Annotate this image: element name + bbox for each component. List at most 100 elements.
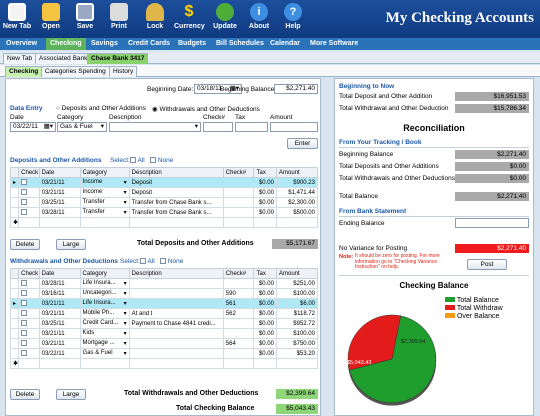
withdrawals-delete-button[interactable]: Delete (10, 389, 40, 400)
row-checkbox[interactable] (18, 197, 40, 208)
cell-check-number[interactable] (222, 318, 255, 329)
update-button[interactable]: Update (210, 3, 240, 37)
cell-description[interactable] (128, 278, 224, 289)
empty-cell[interactable] (275, 358, 319, 369)
entry-check-number-input[interactable] (203, 122, 233, 132)
cell-tax[interactable]: $0.00 (253, 348, 277, 359)
entry-category-select[interactable]: Gas & Fuel ▾ (57, 122, 107, 132)
cell-category[interactable]: Kids ▾ (79, 328, 130, 339)
cell-category[interactable]: Uncategori... ▾ (79, 288, 130, 299)
cell-tax[interactable]: $0.00 (253, 328, 277, 339)
cell-description[interactable] (128, 288, 224, 299)
help-button[interactable]: ? Help (278, 3, 308, 37)
row-checkbox[interactable] (18, 328, 40, 339)
cell-date[interactable]: 03/28/11 (38, 278, 81, 289)
empty-cell[interactable] (253, 217, 277, 228)
cell-tax[interactable]: $0.00 (253, 197, 277, 208)
cell-date[interactable]: 03/21/11 (38, 338, 81, 349)
table-row[interactable]: 03/22/11 Gas & Fuel ▾ $0.00 $53.20 (9, 348, 319, 359)
cell-check-number[interactable] (222, 328, 255, 339)
table-row[interactable]: ▸ 03/21/11 Income ▾ Deposit $0.00 $900.23 (9, 177, 319, 188)
cell-category[interactable]: Income ▾ (79, 177, 130, 188)
deposits-select-all[interactable]: All (130, 157, 145, 164)
cell-check-number[interactable]: 564 (222, 338, 255, 349)
column-header[interactable]: Amount (275, 268, 319, 279)
table-row[interactable]: 03/28/11 Life Insura... ▾ $0.00 $251.00 (9, 278, 319, 289)
cell-amount[interactable]: $900.23 (275, 177, 319, 188)
table-row[interactable]: 03/28/11 Transfer ▾ Transfer from Chase Ban… (9, 207, 319, 218)
cell-tax[interactable]: $0.00 (253, 187, 277, 198)
empty-cell[interactable] (222, 217, 255, 228)
column-header[interactable]: Check# (222, 167, 255, 178)
empty-cell[interactable] (38, 358, 81, 369)
menu-checking[interactable]: Checking (46, 38, 86, 50)
table-row[interactable]: 03/21/11 Mobile Ph... ▾ At and t 562 $0.00 $11… (9, 308, 319, 319)
table-row[interactable]: ▸ 03/21/11 Life Insura... ▾ 561 $0.00 $6.00 (9, 298, 319, 309)
cell-category[interactable]: Credit Card... ▾ (79, 318, 130, 329)
table-row[interactable]: 03/21/11 Kids ▾ $0.00 $100.00 (9, 328, 319, 339)
menu-savings[interactable]: Savings (91, 38, 118, 50)
cell-amount[interactable]: $118.72 (275, 308, 319, 319)
empty-cell[interactable] (128, 358, 224, 369)
cell-date[interactable]: 03/22/11 (38, 348, 81, 359)
lock-button[interactable]: Lock (140, 3, 170, 37)
cell-amount[interactable]: $2,300.00 (275, 197, 319, 208)
row-checkbox[interactable] (18, 338, 40, 349)
column-header[interactable]: Category (79, 167, 130, 178)
cell-description[interactable]: Deposit (128, 187, 224, 198)
about-button[interactable]: i About (244, 3, 274, 37)
cell-amount[interactable]: $6.00 (275, 298, 319, 309)
tab-history[interactable]: History (109, 66, 138, 77)
column-header[interactable]: Date (38, 268, 81, 279)
row-checkbox[interactable] (18, 288, 40, 299)
new-tab-button[interactable]: New Tab (2, 3, 32, 37)
row-checkbox[interactable] (18, 348, 40, 359)
cell-amount[interactable]: $100.00 (275, 288, 319, 299)
open-button[interactable]: Open (36, 3, 66, 37)
column-header[interactable]: Description (128, 167, 224, 178)
cell-category[interactable]: Income ▾ (79, 187, 130, 198)
cell-check-number[interactable] (222, 187, 255, 198)
column-header[interactable]: Category (79, 268, 130, 279)
cell-check-number[interactable] (222, 197, 255, 208)
cell-tax[interactable]: $0.00 (253, 318, 277, 329)
cell-check-number[interactable] (222, 207, 255, 218)
cell-tax[interactable]: $0.00 (253, 298, 277, 309)
cell-description[interactable] (128, 298, 224, 309)
empty-cell[interactable] (18, 217, 40, 228)
cell-amount[interactable]: $952.72 (275, 318, 319, 329)
cell-description[interactable]: Transfer from Chase Bank s... (128, 197, 224, 208)
tab-chase-bank[interactable]: Chase Bank 3417 (87, 53, 149, 64)
table-row[interactable]: 03/21/11 Income ▾ Deposit $0.00 $1,471.44 (9, 187, 319, 198)
cell-check-number[interactable] (222, 177, 255, 188)
cell-amount[interactable]: $53.20 (275, 348, 319, 359)
withdrawals-large-button[interactable]: Large (56, 389, 86, 400)
cell-date[interactable]: 03/16/11 (38, 288, 81, 299)
new-row[interactable]: ✱ (9, 217, 319, 228)
cell-description[interactable]: Payment to Chase 4841 credi... (128, 318, 224, 329)
cell-check-number[interactable]: 561 (222, 298, 255, 309)
currency-button[interactable]: $ Currency (174, 3, 205, 37)
deposits-select-none[interactable]: None (150, 157, 173, 164)
cell-description[interactable] (128, 338, 224, 349)
cell-check-number[interactable] (222, 348, 255, 359)
new-row[interactable]: ✱ (9, 358, 319, 369)
withdrawals-select-none[interactable]: None (160, 258, 183, 265)
cell-description[interactable]: At and t (128, 308, 224, 319)
tab-categories-spending[interactable]: Categories Spending (41, 66, 110, 77)
cell-description[interactable] (128, 348, 224, 359)
tab-associated-bank[interactable]: Associated Bank (35, 53, 92, 64)
cell-tax[interactable]: $0.00 (253, 338, 277, 349)
empty-cell[interactable] (275, 217, 319, 228)
cell-tax[interactable]: $0.00 (253, 207, 277, 218)
menu-more-software[interactable]: More Software (310, 38, 358, 50)
cell-date[interactable]: 03/21/11 (38, 177, 81, 188)
row-checkbox[interactable] (18, 318, 40, 329)
deposits-delete-button[interactable]: Delete (10, 239, 40, 250)
cell-amount[interactable]: $500.00 (275, 207, 319, 218)
enter-button[interactable]: Enter (287, 138, 318, 149)
menu-credit-cards[interactable]: Credit Cards (128, 38, 170, 50)
cell-description[interactable]: Deposit (128, 177, 224, 188)
ending-balance-input[interactable] (455, 218, 529, 228)
row-checkbox[interactable] (18, 308, 40, 319)
